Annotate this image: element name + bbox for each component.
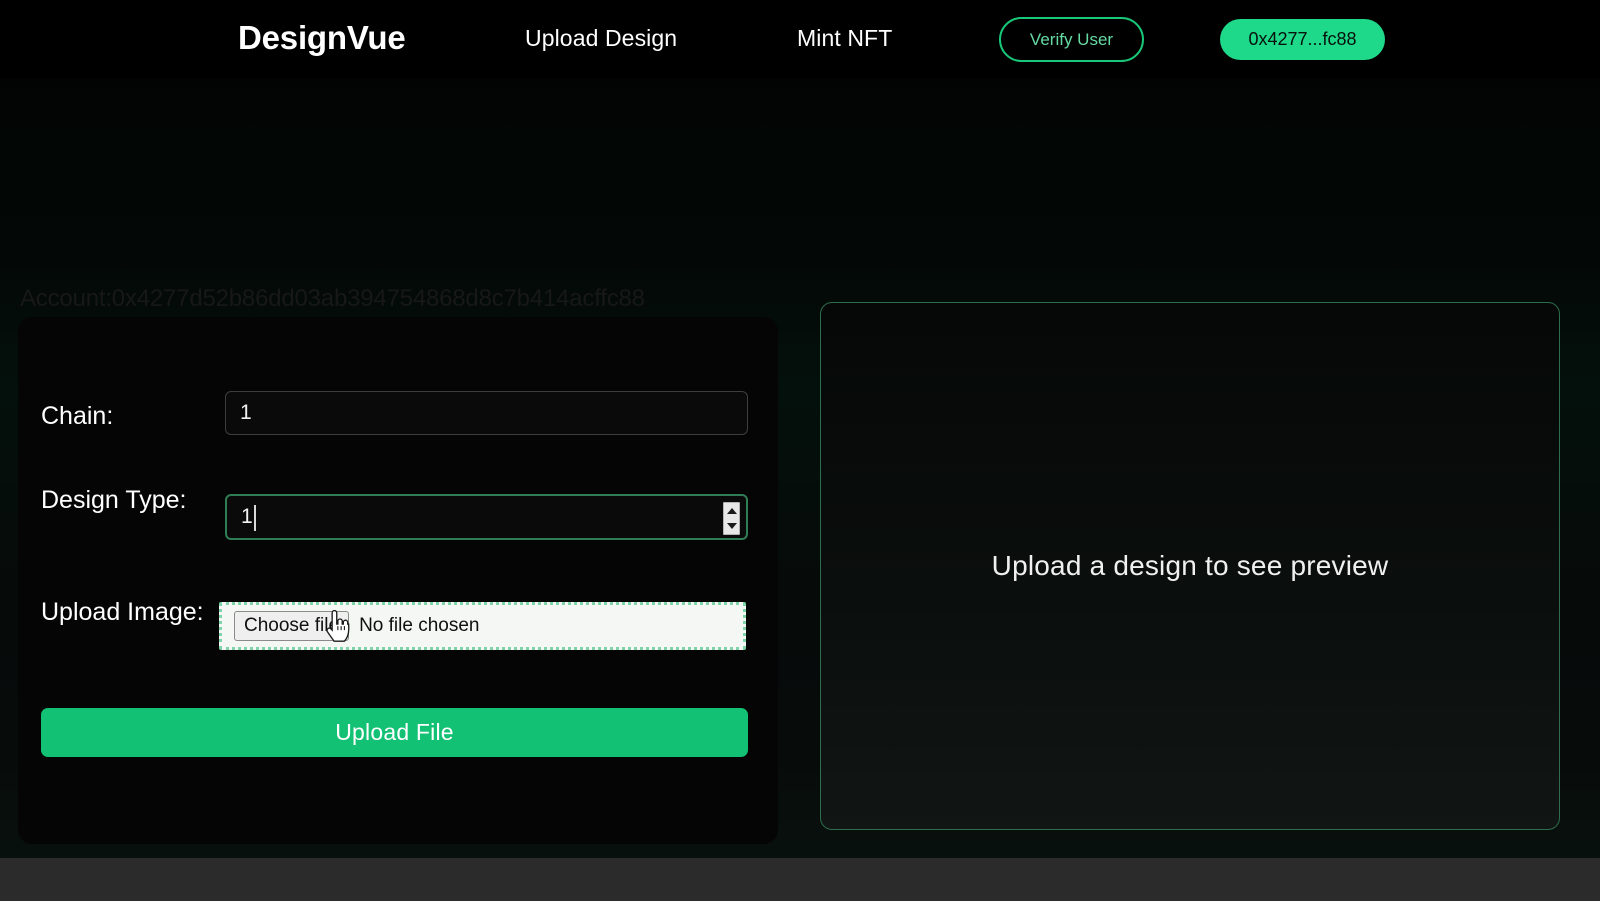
verify-user-button[interactable]: Verify User xyxy=(999,17,1144,62)
page-bottom-chrome xyxy=(0,858,1600,901)
account-address-text: Account:0x4277d52b86dd03ab394754868d8c7b… xyxy=(20,285,645,312)
design-type-field[interactable] xyxy=(225,494,748,540)
number-stepper[interactable] xyxy=(723,502,740,535)
text-caret xyxy=(254,505,256,531)
chain-input[interactable] xyxy=(225,391,748,435)
stepper-up-icon[interactable] xyxy=(726,507,737,514)
wallet-address-badge[interactable]: 0x4277...fc88 xyxy=(1220,19,1385,60)
nav-link-upload-design[interactable]: Upload Design xyxy=(525,25,677,52)
file-input[interactable]: Choose file No file chosen xyxy=(219,602,746,650)
upload-image-label: Upload Image: xyxy=(41,598,204,626)
design-preview-panel[interactable]: Upload a design to see preview xyxy=(820,302,1560,830)
design-type-input[interactable] xyxy=(227,496,746,538)
stepper-down-icon[interactable] xyxy=(726,523,737,530)
upload-file-button[interactable]: Upload File xyxy=(41,708,748,757)
file-status-text: No file chosen xyxy=(359,615,480,636)
chain-label: Chain: xyxy=(41,402,114,430)
brand-logo[interactable]: DesignVue xyxy=(238,19,406,57)
preview-placeholder-text: Upload a design to see preview xyxy=(991,550,1389,581)
top-navbar: DesignVue Upload Design Mint NFT Verify … xyxy=(0,0,1600,78)
nav-link-mint-nft[interactable]: Mint NFT xyxy=(797,25,892,52)
app-root: DesignVue Upload Design Mint NFT Verify … xyxy=(0,0,1600,858)
choose-file-button[interactable]: Choose file xyxy=(234,611,350,641)
design-type-label: Design Type: xyxy=(41,486,187,514)
